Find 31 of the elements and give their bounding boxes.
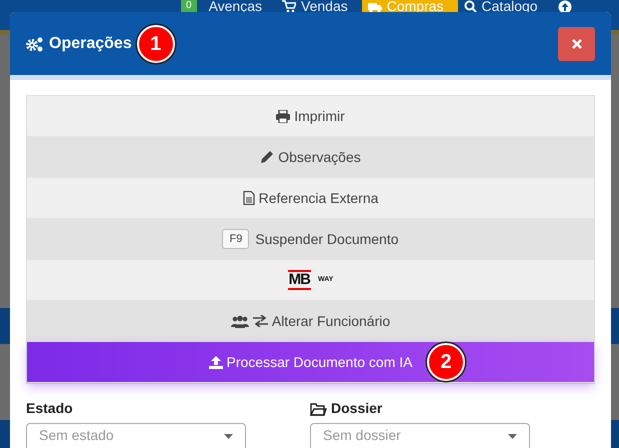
nav-link[interactable]: Catalogo — [458, 0, 552, 13]
search-icon — [464, 0, 477, 13]
action-button[interactable]: Referencia Externa — [27, 178, 594, 219]
close-icon — [572, 38, 582, 48]
users-icon — [230, 314, 249, 328]
annotation-marker: 1 — [136, 24, 175, 62]
nav-link[interactable]: Vendas — [276, 0, 362, 13]
action-button[interactable]: Observações — [27, 137, 594, 178]
folder-icon — [310, 402, 327, 416]
field-label: Estado — [26, 399, 73, 418]
key-hint: F9 — [222, 228, 250, 250]
swap-icon — [252, 315, 268, 327]
nav-link[interactable]: Avenças — [202, 0, 276, 13]
logo-text: MB — [288, 270, 311, 290]
caret-icon — [224, 434, 233, 439]
pencil-icon — [260, 150, 274, 164]
annotation-marker: 2 — [427, 343, 465, 381]
document-icon — [242, 191, 255, 205]
count-badge: 0 — [181, 0, 197, 12]
field-label: Dossier — [331, 399, 382, 418]
action-button[interactable]: Imprimir — [27, 96, 594, 137]
close-button[interactable] — [558, 26, 595, 60]
cart-icon — [282, 0, 296, 13]
action-button[interactable]: Alterar Funcionário — [27, 301, 594, 342]
truck-icon — [368, 0, 382, 12]
modal-title: Operações — [49, 34, 132, 54]
caret-icon — [508, 434, 517, 439]
printer-icon — [276, 110, 290, 122]
action-button[interactable]: F9 Suspender Documento — [27, 219, 594, 260]
upload-icon — [208, 356, 223, 368]
action-button[interactable]: Processar Documento com IA 2 — [27, 342, 594, 383]
